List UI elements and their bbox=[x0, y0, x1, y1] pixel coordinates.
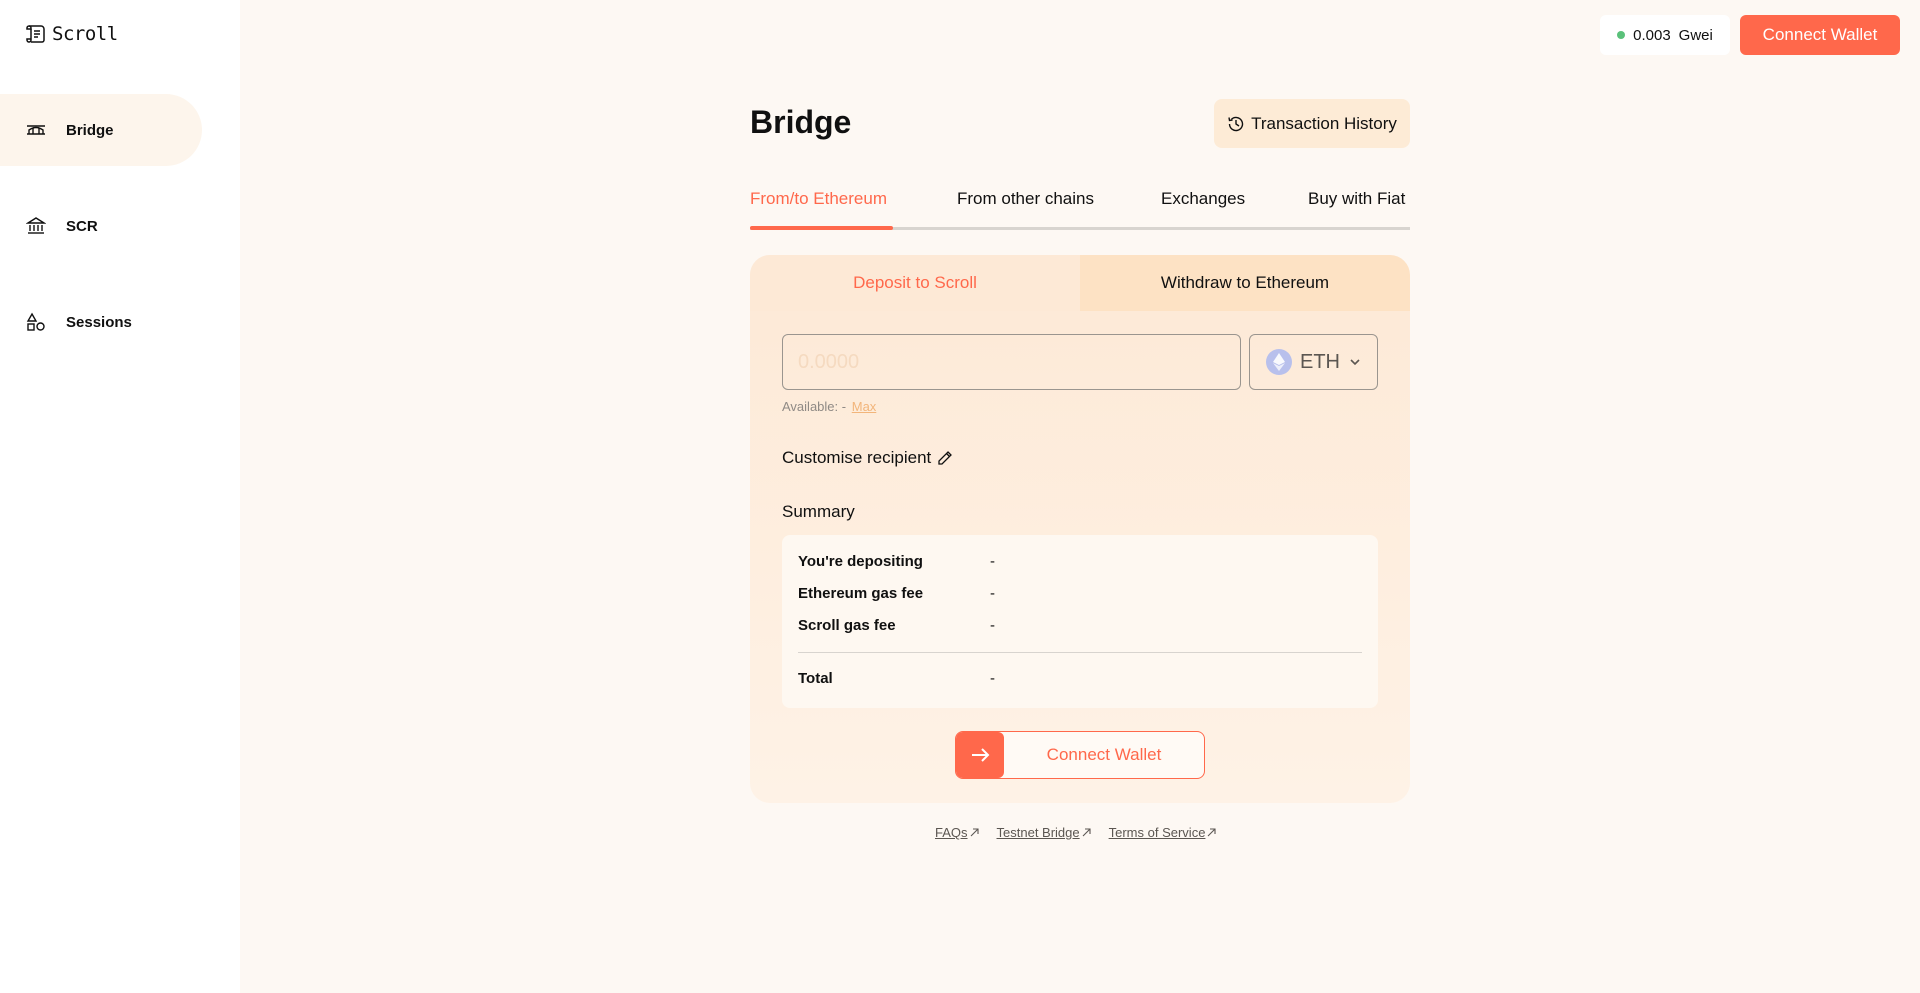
link-label: FAQs bbox=[935, 825, 968, 840]
active-tab-indicator bbox=[750, 226, 893, 230]
amount-input[interactable] bbox=[782, 334, 1241, 390]
summary-total-row: Total - bbox=[798, 670, 1362, 690]
total-label: Total bbox=[798, 670, 833, 687]
gas-price-indicator: 0.003 Gwei bbox=[1600, 15, 1730, 55]
max-button[interactable]: Max bbox=[852, 399, 877, 414]
token-label: ETH bbox=[1300, 350, 1340, 373]
terms-of-service-link[interactable]: Terms of Service bbox=[1109, 825, 1217, 840]
link-label: Testnet Bridge bbox=[996, 825, 1080, 840]
link-label: Terms of Service bbox=[1108, 825, 1206, 840]
customise-recipient-button[interactable]: Customise recipient bbox=[782, 448, 953, 468]
tab-label: Buy with Fiat bbox=[1308, 189, 1406, 208]
transaction-history-button[interactable]: Transaction History bbox=[1214, 99, 1410, 148]
summary-row-label: Scroll gas fee bbox=[798, 617, 896, 634]
app-name: Scroll bbox=[52, 23, 118, 45]
tab-label: Exchanges bbox=[1161, 189, 1246, 208]
pencil-icon bbox=[938, 451, 953, 465]
connect-wallet-button[interactable]: Connect Wallet bbox=[1740, 15, 1900, 55]
eth-icon bbox=[1266, 349, 1292, 375]
external-link-icon bbox=[970, 828, 979, 837]
shapes-icon bbox=[26, 312, 45, 331]
connect-wallet-main-button[interactable]: Connect Wallet bbox=[955, 731, 1205, 779]
available-value: - bbox=[841, 399, 847, 414]
summary-heading: Summary bbox=[782, 502, 855, 521]
summary-divider bbox=[798, 652, 1362, 653]
tab-from-other-chains[interactable]: From other chains bbox=[957, 186, 1094, 230]
sidebar: Scroll Bridge SCR Sessions bbox=[0, 0, 240, 993]
gas-status-dot bbox=[1617, 31, 1626, 39]
summary-row: Scroll gas fee - bbox=[798, 617, 1362, 637]
recipient-label: Customise recipient bbox=[782, 448, 932, 467]
summary-row-label: You're depositing bbox=[798, 553, 923, 570]
tab-label: From other chains bbox=[957, 189, 1094, 208]
bank-icon bbox=[26, 217, 46, 234]
gas-unit: Gwei bbox=[1678, 26, 1713, 44]
tab-exchanges[interactable]: Exchanges bbox=[1161, 186, 1245, 230]
summary-panel: You're depositing - Ethereum gas fee - S… bbox=[782, 535, 1378, 708]
sidebar-item-label: SCR bbox=[66, 217, 98, 235]
bridge-tabs: From/to Ethereum From other chains Excha… bbox=[750, 186, 1410, 230]
summary-row-value: - bbox=[990, 553, 995, 570]
external-link-icon bbox=[1082, 828, 1091, 837]
external-link-icon bbox=[1208, 828, 1216, 837]
arrow-right-icon bbox=[956, 732, 1004, 778]
sidebar-item-scr[interactable]: SCR bbox=[0, 190, 202, 262]
tab-label: From/to Ethereum bbox=[750, 189, 887, 208]
history-label: Transaction History bbox=[1251, 113, 1397, 133]
page-title: Bridge bbox=[750, 104, 852, 140]
summary-row: You're depositing - bbox=[798, 553, 1362, 573]
connect-wallet-label: Connect Wallet bbox=[1046, 745, 1162, 764]
tab-from-to-ethereum[interactable]: From/to Ethereum bbox=[750, 186, 887, 230]
summary-row: Ethereum gas fee - bbox=[798, 585, 1362, 605]
summary-row-value: - bbox=[990, 585, 995, 602]
available-balance: Available: - Max bbox=[782, 399, 876, 414]
bridge-icon bbox=[27, 125, 45, 135]
sidebar-item-label: Sessions bbox=[66, 313, 132, 331]
withdraw-tab[interactable]: Withdraw to Ethereum bbox=[1080, 255, 1410, 311]
history-icon bbox=[1228, 116, 1244, 131]
summary-row-label: Ethereum gas fee bbox=[798, 585, 924, 602]
available-label: Available: bbox=[782, 399, 839, 414]
token-selector[interactable]: ETH bbox=[1249, 334, 1378, 390]
chevron-down-icon bbox=[1350, 359, 1360, 366]
scroll-logo[interactable]: Scroll bbox=[24, 22, 118, 46]
sidebar-item-bridge[interactable]: Bridge bbox=[0, 94, 202, 166]
faqs-link[interactable]: FAQs bbox=[935, 825, 979, 840]
sidebar-item-label: Bridge bbox=[66, 121, 114, 139]
testnet-bridge-link[interactable]: Testnet Bridge bbox=[997, 825, 1091, 840]
summary-row-value: - bbox=[990, 617, 995, 634]
bridge-card: Deposit to Scroll Withdraw to Ethereum E… bbox=[750, 255, 1410, 803]
tab-buy-with-fiat[interactable]: Buy with Fiat bbox=[1308, 186, 1405, 230]
footer-links: FAQs Testnet Bridge Terms of Service bbox=[935, 825, 1216, 840]
deposit-tab[interactable]: Deposit to Scroll bbox=[750, 255, 1080, 311]
scroll-logo-icon bbox=[26, 25, 45, 43]
total-value: - bbox=[990, 670, 995, 687]
gas-value: 0.003 bbox=[1633, 26, 1671, 44]
sidebar-item-sessions[interactable]: Sessions bbox=[0, 286, 202, 358]
